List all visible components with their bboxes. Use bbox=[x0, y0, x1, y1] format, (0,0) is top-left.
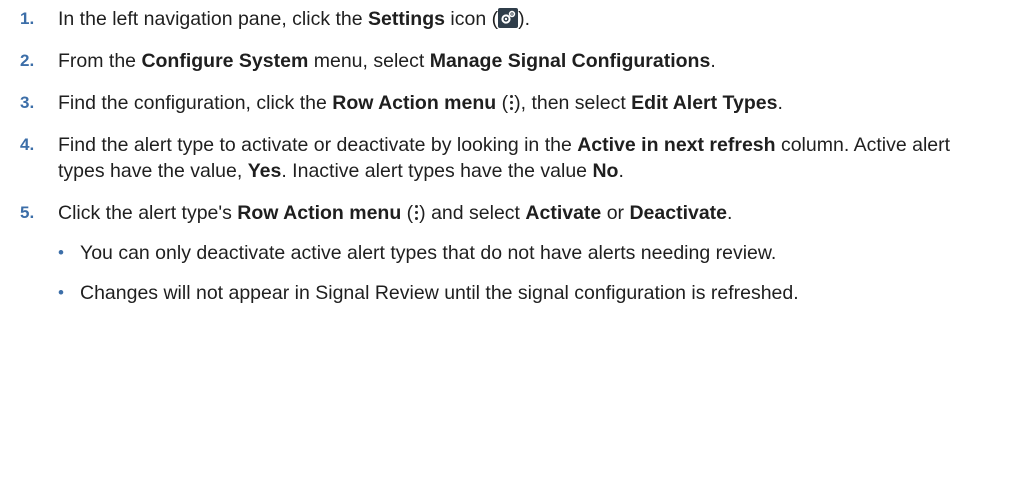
step-text: Find the alert type to activate or deact… bbox=[58, 134, 578, 156]
step-text: Find the configuration, click the bbox=[58, 92, 333, 114]
step-text: Click the alert type's bbox=[58, 202, 238, 224]
step-emphasis: Row Action menu bbox=[237, 202, 402, 224]
step-4: 4. Find the alert type to activate or de… bbox=[0, 132, 1009, 184]
step-text: ) and select bbox=[419, 202, 526, 224]
step-text: icon ( bbox=[444, 8, 499, 30]
step-number: 1. bbox=[20, 9, 35, 28]
procedure-steps: 1. In the left navigation pane, click th… bbox=[0, 6, 1009, 306]
note-item: You can only deactivate active alert typ… bbox=[58, 240, 920, 266]
step-emphasis: Edit Alert Types bbox=[631, 92, 778, 114]
step-number: 4. bbox=[20, 135, 35, 154]
step-text: menu, select bbox=[308, 50, 430, 72]
step-emphasis: Row Action menu bbox=[332, 92, 497, 114]
step-1: 1. In the left navigation pane, click th… bbox=[0, 6, 1009, 32]
step-text: ), then select bbox=[514, 92, 632, 114]
step-text: ( bbox=[401, 202, 414, 224]
step-text: . bbox=[727, 202, 733, 224]
step-5: 5. Click the alert type's Row Action men… bbox=[0, 200, 1009, 306]
step-emphasis: Settings bbox=[368, 8, 445, 30]
kebab-menu-icon bbox=[508, 92, 514, 112]
step-emphasis: Deactivate bbox=[629, 202, 728, 224]
step-text: or bbox=[601, 202, 630, 224]
note-item: Changes will not appear in Signal Review… bbox=[58, 280, 920, 306]
step-emphasis: Configure System bbox=[141, 50, 309, 72]
step-text: ( bbox=[496, 92, 509, 114]
step-number: 3. bbox=[20, 93, 35, 112]
step-text: In the left navigation pane, click the bbox=[58, 8, 369, 30]
step-emphasis: Activate bbox=[525, 202, 602, 224]
step-text: . bbox=[777, 92, 783, 114]
step-emphasis: Active in next refresh bbox=[577, 134, 776, 156]
step-text: From the bbox=[58, 50, 142, 72]
step-2: 2. From the Configure System menu, selec… bbox=[0, 48, 1009, 74]
kebab-menu-icon bbox=[413, 202, 419, 222]
step-5-notes: You can only deactivate active alert typ… bbox=[58, 240, 989, 306]
settings-gear-icon bbox=[498, 8, 519, 28]
step-emphasis: Manage Signal Configurations bbox=[429, 50, 711, 72]
step-text: ). bbox=[518, 8, 530, 30]
step-text: . bbox=[710, 50, 716, 72]
step-number: 5. bbox=[20, 203, 35, 222]
step-number: 2. bbox=[20, 51, 35, 70]
step-text: . bbox=[618, 160, 624, 182]
step-3: 3. Find the configuration, click the Row… bbox=[0, 90, 1009, 116]
step-text: . Inactive alert types have the value bbox=[281, 160, 593, 182]
step-emphasis: Yes bbox=[247, 160, 282, 182]
step-emphasis: No bbox=[592, 160, 619, 182]
